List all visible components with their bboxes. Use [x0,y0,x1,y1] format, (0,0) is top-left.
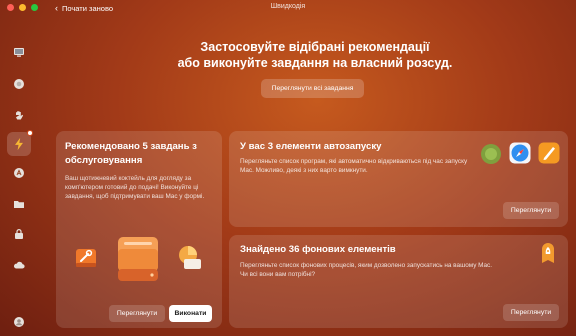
sidebar-item-privacy[interactable] [10,106,28,124]
rocket-badge-icon [542,243,554,263]
folder-icon [14,201,24,208]
background-items-review-button[interactable]: Переглянути [503,304,559,321]
pie-chart-icon [179,246,201,269]
sidebar-item-cloud[interactable] [10,256,28,274]
maintenance-card: Рекомендовано 5 завдань з обслуговування… [56,131,222,328]
review-all-tasks-button[interactable]: Переглянути всі завдання [261,79,364,98]
hero-headline: Застосовуйте відібрані рекомендації або … [150,39,480,71]
user-icon [14,317,24,327]
login-items-card-description: Перегляньте список програм, які автомати… [240,158,468,174]
sidebar [0,16,38,336]
maintenance-review-button[interactable]: Переглянути [109,305,165,322]
hero-line-1: Застосовуйте відібрані рекомендації [200,40,430,54]
sidebar-item-security[interactable] [10,225,28,243]
background-items-card-title: Знайдено 36 фонових елементів [240,244,396,255]
login-items-review-button[interactable]: Переглянути [503,202,559,219]
pencil-app-icon [538,142,560,164]
login-items-card: У вас 3 елементи автозапуску Перегляньте… [229,131,568,227]
hand-icon [16,111,24,120]
disk-icon [118,237,158,281]
sidebar-item-protection[interactable] [10,75,28,93]
maintenance-card-title: Рекомендовано 5 завдань з обслуговування [65,141,197,166]
lightning-icon [15,137,23,151]
title-bar: ‹ Почати заново Швидкодія [0,0,576,16]
monitor-icon [14,48,24,57]
sidebar-item-files[interactable] [10,195,28,213]
hero-line-2: або виконуйте завдання на власний розсуд… [177,56,453,70]
sidebar-item-account[interactable] [10,313,28,331]
maintenance-card-description: Ваш щотижневий коктейль для догляду за к… [65,175,205,200]
maintenance-run-button[interactable]: Виконати [169,305,212,322]
green-app-icon [481,144,501,164]
background-items-card-description: Перегляньте список фонових процесів, яки… [240,262,493,278]
sidebar-item-monitor[interactable] [10,43,28,61]
notification-dot [27,130,33,136]
safari-icon [509,142,531,164]
sidebar-item-apps[interactable] [10,164,28,182]
cloud-icon [13,261,25,269]
apps-icon [14,168,24,178]
lock-icon [15,229,23,239]
background-items-card: Знайдено 36 фонових елементів Перегляньт… [229,235,568,328]
wrench-icon [76,249,96,267]
window-title: Швидкодія [270,3,306,10]
sidebar-item-speed[interactable] [7,130,33,156]
shield-icon [14,79,24,89]
login-items-card-title: У вас 3 елементи автозапуску [240,141,382,152]
